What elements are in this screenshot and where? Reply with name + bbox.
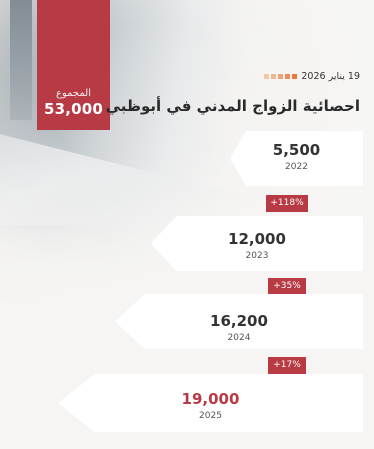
year-value: 19,000 bbox=[181, 390, 240, 408]
growth-badge: +118% bbox=[266, 195, 308, 212]
date-text: 19 يناير 2026 bbox=[301, 71, 360, 82]
dot bbox=[292, 74, 298, 79]
dot bbox=[285, 74, 291, 79]
dot bbox=[264, 74, 270, 79]
dot bbox=[278, 74, 284, 79]
page-title: احصائية الزواج المدني في أبوظبي bbox=[105, 97, 360, 115]
total-label: المجموع bbox=[56, 88, 91, 99]
infographic-card: المجموع 53,000 19 يناير 2026 احصائية الز… bbox=[0, 0, 374, 449]
year-value: 5,500 bbox=[272, 141, 321, 159]
year-label: 2022 bbox=[285, 162, 308, 172]
year-label: 2024 bbox=[227, 333, 251, 343]
year-label: 2025 bbox=[199, 411, 222, 421]
year-value: 12,000 bbox=[228, 230, 286, 248]
year-card-2024: 16,200 2024 bbox=[115, 294, 363, 349]
year-card-2022: 5,500 2022 bbox=[230, 131, 363, 186]
dot bbox=[271, 74, 277, 79]
year-card-2025: 19,000 2025 bbox=[58, 374, 363, 432]
year-value: 16,200 bbox=[210, 312, 268, 330]
year-label: 2023 bbox=[245, 251, 269, 261]
growth-badge: +35% bbox=[268, 278, 306, 295]
year-card-2023: 12,000 2023 bbox=[151, 216, 363, 271]
total-box: المجموع 53,000 bbox=[37, 0, 110, 130]
total-value: 53,000 bbox=[43, 100, 104, 118]
date-dots-decoration bbox=[264, 74, 298, 79]
growth-badge: +17% bbox=[268, 357, 306, 374]
date-row: 19 يناير 2026 bbox=[264, 71, 360, 82]
